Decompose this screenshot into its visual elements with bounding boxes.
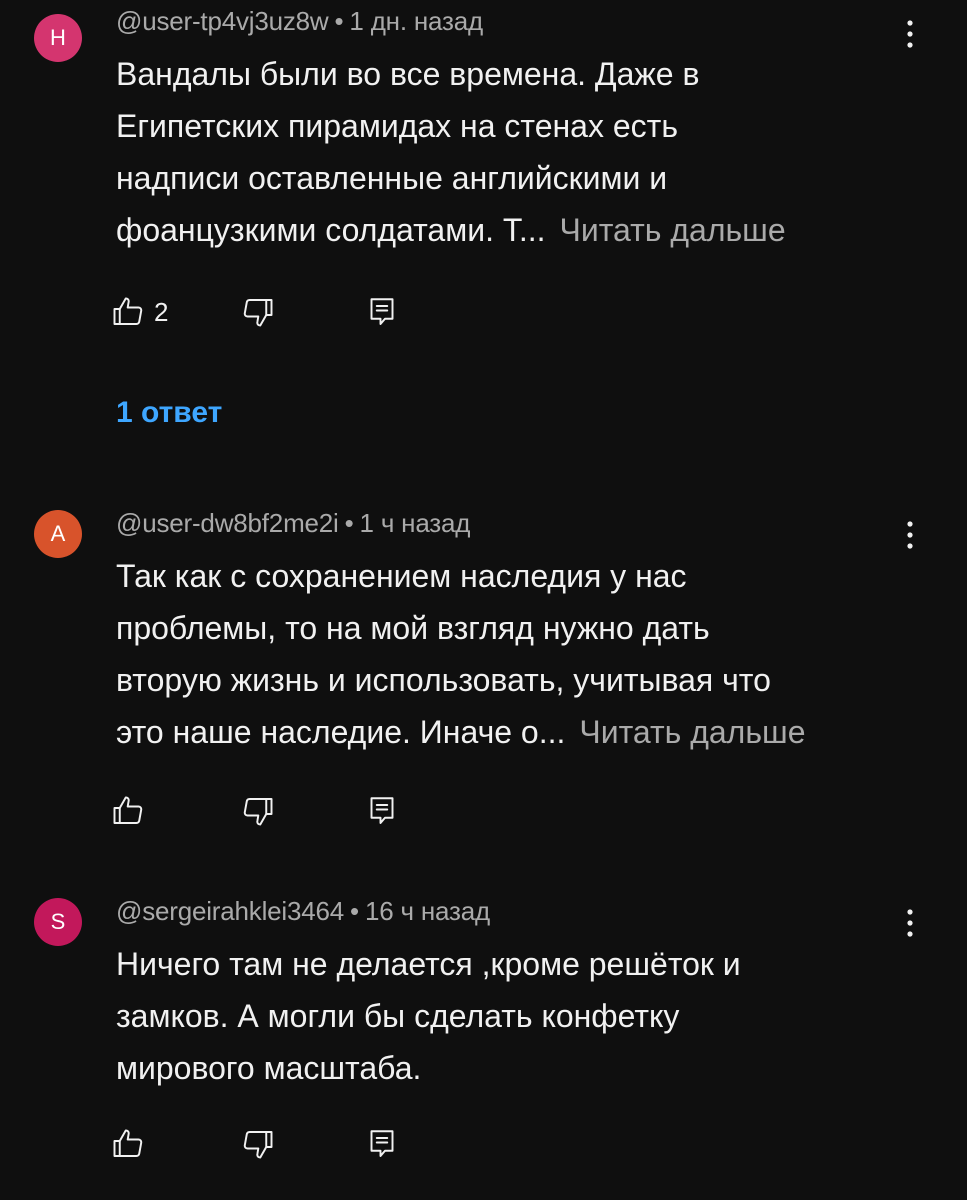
thumbs-down-icon [240, 793, 276, 829]
comment-text-line: замков. А могли бы сделать конфетку [116, 998, 680, 1034]
comment-text-fragment: это наше наследие. Иначе о... [116, 714, 566, 750]
author-handle[interactable]: @user-dw8bf2me2i [116, 508, 339, 538]
comment-text-line: проблемы, то на мой взгляд нужно дать [116, 610, 710, 646]
comment-text-line: вторую жизнь и использовать, учитывая чт… [116, 662, 771, 698]
like-button[interactable] [110, 1122, 154, 1166]
thumbs-up-icon [110, 793, 146, 829]
avatar[interactable]: А [34, 510, 82, 558]
thumbs-up-icon [110, 1126, 146, 1162]
comment-actions [110, 789, 430, 833]
comment-time: 16 ч назад [364, 896, 490, 926]
comment-meta: @sergeirahklei3464 • 16 ч назад [116, 896, 490, 927]
meta-separator: • [334, 6, 344, 36]
comment-text-line: Египетских пирамидах на стенах есть [116, 108, 678, 144]
comment-actions [110, 1122, 430, 1166]
like-button[interactable]: 2 [110, 290, 168, 334]
comment-meta: @user-tp4vj3uz8w • 1 дн. назад [116, 6, 483, 37]
comment-text-line: это наше наследие. Иначе о... Читать даль… [116, 706, 916, 758]
comment-text-line: фоанцузкими солдатами. Т... Читать дальше [116, 204, 916, 256]
read-more-link[interactable]: Читать дальше [560, 212, 786, 248]
author-handle[interactable]: @sergeirahklei3464 [116, 896, 344, 926]
comment-text-line: Ничего там не делается ,кроме решёток и [116, 946, 741, 982]
comment-text-line: Вандалы были во все времена. Даже в [116, 56, 700, 92]
comment-text-fragment: фоанцузкими солдатами. Т... [116, 212, 546, 248]
view-replies-link[interactable]: 1 ответ [116, 396, 222, 430]
reply-button[interactable] [364, 290, 400, 334]
comment-time: 1 ч назад [359, 508, 471, 538]
reply-button[interactable] [364, 1122, 400, 1166]
dislike-button[interactable] [240, 789, 276, 833]
meta-separator: • [350, 896, 359, 926]
avatar[interactable]: S [34, 898, 82, 946]
reply-button[interactable] [364, 789, 400, 833]
comment-text: Ничего там не делается ,кроме решёток и з… [116, 938, 916, 1094]
thumbs-down-icon [240, 294, 276, 330]
reply-comment-icon [364, 1126, 400, 1162]
like-count: 2 [154, 296, 169, 327]
comment-text: Так как с сохранением наследия у нас проб… [116, 550, 916, 758]
like-button[interactable] [110, 789, 154, 833]
comment-text: Вандалы были во все времена. Даже в Египе… [116, 48, 916, 256]
more-vertical-icon[interactable] [894, 903, 926, 943]
author-handle[interactable]: @user-tp4vj3uz8w [116, 6, 329, 36]
comment-text-line: надписи оставленные английскими и [116, 160, 668, 196]
more-vertical-icon[interactable] [894, 515, 926, 555]
read-more-link[interactable]: Читать дальше [579, 714, 805, 750]
comment-text-line: Так как с сохранением наследия у нас [116, 558, 687, 594]
reply-comment-icon [364, 793, 400, 829]
thumbs-up-icon [110, 294, 146, 330]
avatar[interactable]: Н [34, 14, 82, 62]
comment-time: 1 дн. назад [349, 6, 483, 36]
meta-separator: • [344, 508, 354, 538]
reply-comment-icon [364, 294, 400, 330]
comment-actions: 2 [110, 290, 430, 334]
comment-text-line: мирового масштаба. [116, 1050, 422, 1086]
dislike-button[interactable] [240, 290, 276, 334]
dislike-button[interactable] [240, 1122, 276, 1166]
comment-meta: @user-dw8bf2me2i • 1 ч назад [116, 508, 470, 539]
thumbs-down-icon [240, 1126, 276, 1162]
